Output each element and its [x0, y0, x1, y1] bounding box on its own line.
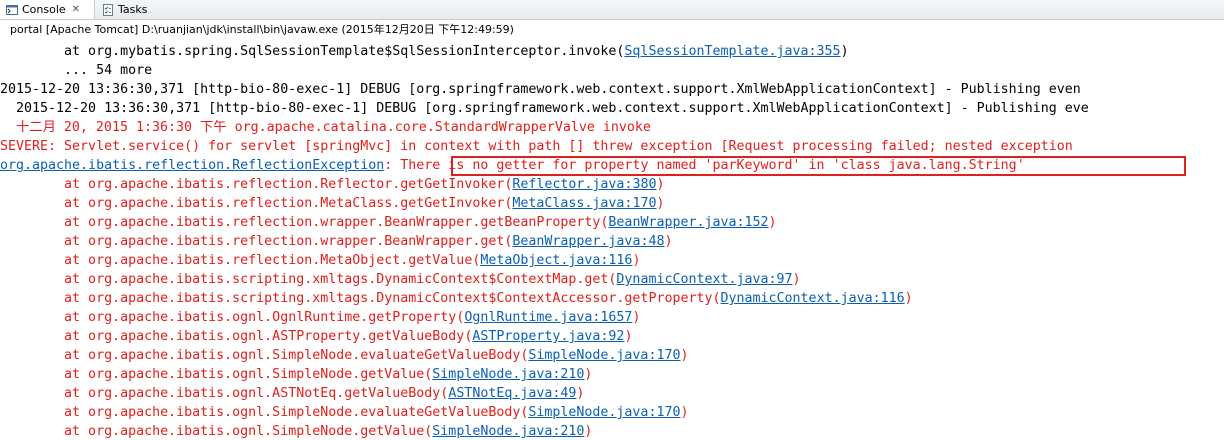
console-line: SEVERE: Servlet.service() for servlet [s… [0, 137, 1073, 156]
console-text: at org.apache.ibatis.scripting.xmltags.D… [0, 291, 721, 306]
console-text: 十二月 20, 2015 1:36:30 下午 org.apache.catal… [0, 120, 651, 135]
console-text: at org.apache.ibatis.ognl.OgnlRuntime.ge… [0, 310, 465, 325]
console-text: ) [904, 291, 913, 306]
console-text: ... 54 more [0, 63, 153, 78]
source-link[interactable]: SimpleNode.java:210 [432, 424, 584, 439]
console-line: 十二月 20, 2015 1:36:30 下午 org.apache.catal… [0, 118, 651, 137]
console-text: ) [680, 405, 689, 420]
console-line: at org.apache.ibatis.ognl.SimpleNode.get… [0, 422, 592, 440]
source-link[interactable]: Reflector.java:380 [512, 177, 656, 192]
console-text: ) [840, 44, 849, 59]
source-link[interactable]: OgnlRuntime.java:1657 [464, 310, 632, 325]
console-text: ) [632, 253, 641, 268]
view-tab-bar: Console ✕ Tasks [0, 0, 1224, 20]
console-icon [6, 4, 18, 15]
console-text: at org.apache.ibatis.reflection.MetaClas… [0, 196, 513, 211]
console-line: at org.apache.ibatis.ognl.ASTNotEq.getVa… [0, 384, 584, 403]
console-text: ) [792, 272, 801, 287]
console-line: 2015-12-20 13:36:30,371 [http-bio-80-exe… [0, 99, 1089, 118]
source-link[interactable]: ASTProperty.java:92 [472, 329, 624, 344]
console-line: at org.apache.ibatis.ognl.SimpleNode.eva… [0, 346, 688, 365]
console-text: ) [656, 177, 665, 192]
source-link[interactable]: ASTNotEq.java:49 [448, 386, 576, 401]
console-line: at org.apache.ibatis.ognl.ASTProperty.ge… [0, 327, 632, 346]
console-text: at org.mybatis.spring.SqlSessionTemplate… [0, 44, 625, 59]
console-text: ) [584, 367, 593, 382]
console-line: ... 54 more [0, 61, 152, 80]
close-icon[interactable]: ✕ [72, 4, 80, 15]
source-link[interactable]: DynamicContext.java:116 [721, 291, 905, 306]
console-text: ) [632, 310, 641, 325]
console-line: at org.apache.ibatis.reflection.Reflecto… [0, 175, 664, 194]
console-text: at org.apache.ibatis.ognl.ASTNotEq.getVa… [0, 386, 449, 401]
source-link[interactable]: SimpleNode.java:210 [432, 367, 584, 382]
console-text: at org.apache.ibatis.ognl.SimpleNode.get… [0, 367, 433, 382]
source-link[interactable]: BeanWrapper.java:152 [608, 215, 768, 230]
console-text: ) [768, 215, 777, 230]
console-text: ) [584, 424, 593, 439]
console-text: at org.apache.ibatis.ognl.SimpleNode.get… [0, 424, 433, 439]
source-link[interactable]: DynamicContext.java:97 [616, 272, 792, 287]
console-text: at org.apache.ibatis.scripting.xmltags.D… [0, 272, 617, 287]
source-link[interactable]: MetaClass.java:170 [512, 196, 656, 211]
console-text: ) [656, 196, 665, 211]
console-line: at org.apache.ibatis.ognl.SimpleNode.get… [0, 365, 592, 384]
console-line: 2015-12-20 13:36:30,371 [http-bio-80-exe… [0, 80, 1081, 99]
console-line: at org.apache.ibatis.reflection.wrapper.… [0, 213, 777, 232]
source-link[interactable]: org.apache.ibatis.reflection.ReflectionE… [0, 158, 384, 173]
console-text: at org.apache.ibatis.reflection.Reflecto… [0, 177, 513, 192]
source-link[interactable]: BeanWrapper.java:48 [512, 234, 664, 249]
source-link[interactable]: SqlSessionTemplate.java:355 [624, 44, 840, 59]
console-text: at org.apache.ibatis.reflection.wrapper.… [0, 234, 513, 249]
console-text: at org.apache.ibatis.ognl.ASTProperty.ge… [0, 329, 473, 344]
console-text: ) [624, 329, 633, 344]
tab-console[interactable]: Console ✕ [0, 0, 95, 19]
console-line: at org.apache.ibatis.ognl.OgnlRuntime.ge… [0, 308, 640, 327]
process-status-line: portal [Apache Tomcat] D:\ruanjian\jdk\i… [10, 23, 514, 36]
console-text: 2015-12-20 13:36:30,371 [http-bio-80-exe… [0, 82, 1081, 97]
console-line: at org.apache.ibatis.ognl.SimpleNode.eva… [0, 403, 688, 422]
console-line: at org.apache.ibatis.reflection.wrapper.… [0, 232, 672, 251]
console-output[interactable]: at org.mybatis.spring.SqlSessionTemplate… [0, 42, 1224, 440]
console-line: at org.mybatis.spring.SqlSessionTemplate… [0, 42, 849, 61]
console-line: at org.apache.ibatis.reflection.MetaObje… [0, 251, 640, 270]
console-text: at org.apache.ibatis.reflection.wrapper.… [0, 215, 609, 230]
console-text: 2015-12-20 13:36:30,371 [http-bio-80-exe… [0, 101, 1089, 116]
console-text: at org.apache.ibatis.reflection.MetaObje… [0, 253, 481, 268]
source-link[interactable]: SimpleNode.java:170 [528, 348, 680, 363]
console-text: ) [664, 234, 673, 249]
tasks-icon [103, 3, 113, 16]
console-text: at org.apache.ibatis.ognl.SimpleNode.eva… [0, 405, 529, 420]
console-text: SEVERE: Servlet.service() for servlet [s… [0, 139, 1073, 154]
console-text: ) [576, 386, 585, 401]
console-text: ) [680, 348, 689, 363]
tab-console-label: Console [22, 3, 66, 16]
console-line: at org.apache.ibatis.scripting.xmltags.D… [0, 270, 801, 289]
source-link[interactable]: SimpleNode.java:170 [528, 405, 680, 420]
error-highlight-box [451, 156, 1186, 176]
source-link[interactable]: MetaObject.java:116 [480, 253, 632, 268]
tab-tasks-label: Tasks [118, 3, 148, 16]
console-line: at org.apache.ibatis.reflection.MetaClas… [0, 194, 664, 213]
console-line: at org.apache.ibatis.scripting.xmltags.D… [0, 289, 913, 308]
tab-tasks[interactable]: Tasks [96, 0, 166, 19]
console-text: at org.apache.ibatis.ognl.SimpleNode.eva… [0, 348, 529, 363]
